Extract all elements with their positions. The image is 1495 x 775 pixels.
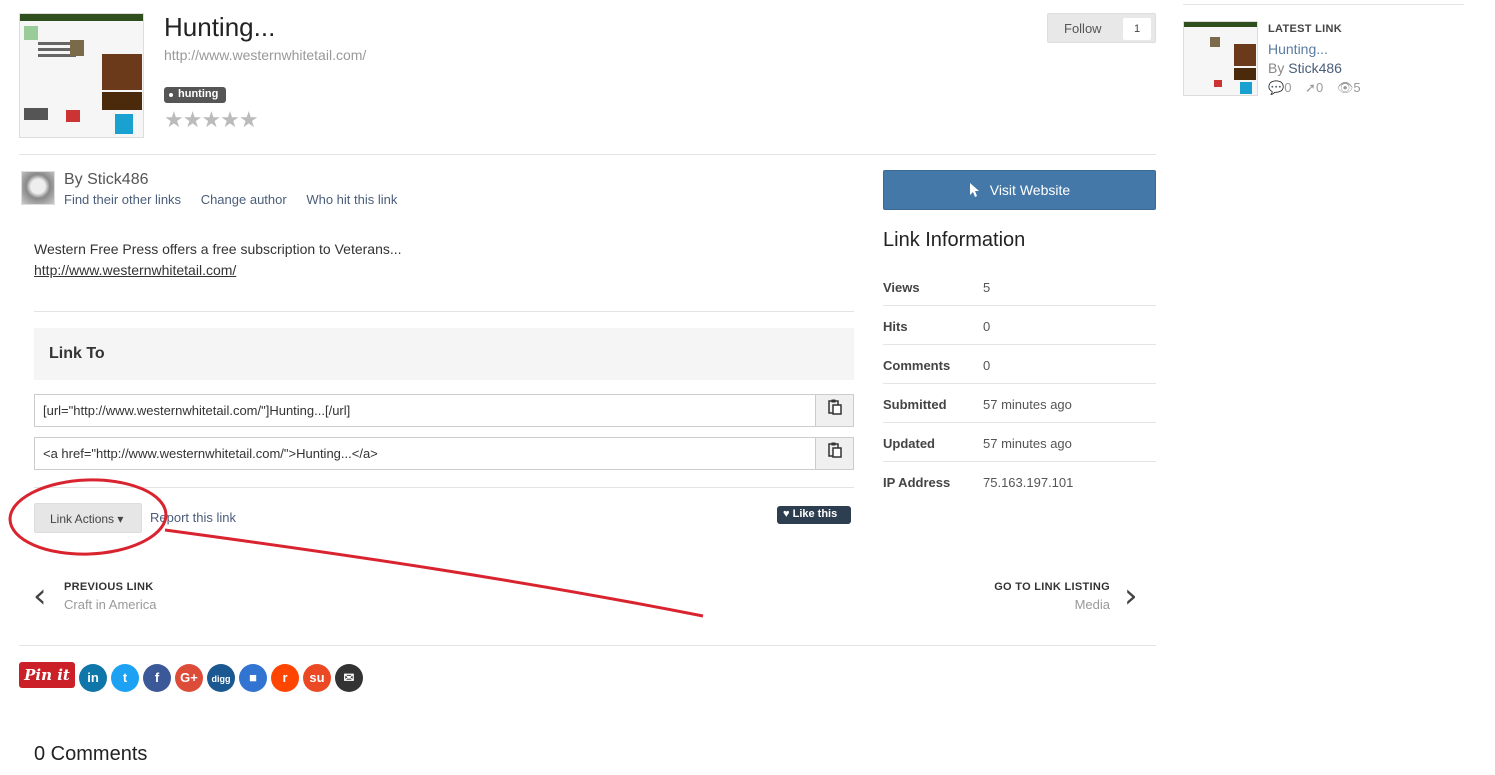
annotation-overlay — [8, 478, 704, 618]
